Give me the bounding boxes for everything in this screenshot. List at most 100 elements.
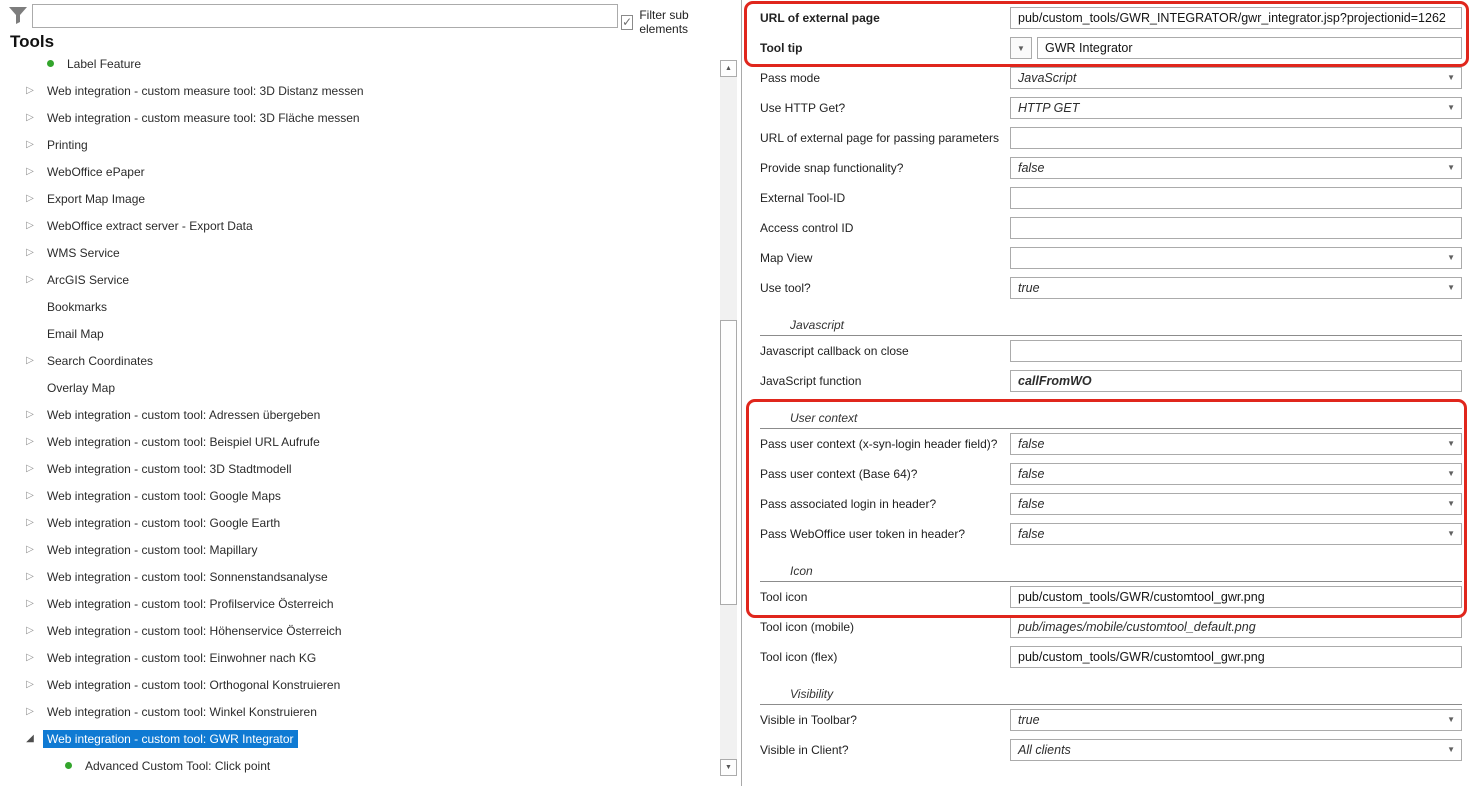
expand-arrow-icon[interactable]: ▷ (22, 517, 38, 528)
expand-arrow-icon[interactable]: ▷ (22, 409, 38, 420)
tree-item-label[interactable]: Web integration - custom tool: Adressen … (43, 406, 324, 424)
expand-arrow-icon[interactable]: ▷ (22, 85, 38, 96)
tree-item-label[interactable]: Web integration - custom tool: Google Ea… (43, 514, 284, 532)
tree-item-label[interactable]: Search Coordinates (43, 352, 157, 370)
filter-sub-elements-checkbox[interactable]: ✓ (621, 15, 633, 30)
tree-scrollbar[interactable]: ▲ ▼ (720, 60, 737, 776)
expand-arrow-icon[interactable]: ▷ (22, 544, 38, 555)
expand-arrow-icon[interactable]: ▷ (22, 463, 38, 474)
tree-item-label[interactable]: Web integration - custom tool: Sonnensta… (43, 568, 332, 586)
expand-arrow-icon[interactable]: ▷ (22, 598, 38, 609)
tree-item-label[interactable]: Advanced Custom Tool: Click point (81, 757, 274, 775)
collapse-arrow-icon[interactable]: ◢ (22, 733, 38, 744)
tree-item-label[interactable]: Export Map Image (43, 190, 149, 208)
tree-item[interactable]: ▷ Web integration - custom tool: Einwohne… (0, 644, 718, 671)
property-select[interactable]: All clients▼ (1010, 739, 1462, 761)
tree-item[interactable]: ◢ Web integration - custom tool: GWR Inte… (0, 725, 718, 752)
property-input[interactable] (1010, 340, 1462, 362)
scroll-down-button[interactable]: ▼ (720, 759, 737, 776)
tree-item-label[interactable]: WebOffice extract server - Export Data (43, 217, 257, 235)
tree-item[interactable]: ▷ Web integration - custom tool: Adressen… (0, 401, 718, 428)
tree-item-label[interactable]: Web integration - custom tool: Orthogona… (43, 676, 344, 694)
tree-item-label[interactable]: Email Map (43, 325, 108, 343)
expand-arrow-icon[interactable]: ▷ (22, 355, 38, 366)
expand-arrow-icon[interactable]: ▷ (22, 166, 38, 177)
tree-item[interactable]: Label Feature (0, 50, 718, 77)
tree-item-label[interactable]: Web integration - custom tool: 3D Stadtm… (43, 460, 296, 478)
property-input[interactable] (1010, 187, 1462, 209)
expand-arrow-icon[interactable]: ▷ (22, 220, 38, 231)
property-input[interactable]: pub/custom_tools/GWR/customtool_gwr.png (1010, 586, 1462, 608)
tree-item-label[interactable]: Overlay Map (43, 379, 119, 397)
property-select[interactable]: false▼ (1010, 523, 1462, 545)
tree-item[interactable]: Advanced Custom Tool: Click point (0, 752, 718, 779)
tree-item[interactable]: ▷ WebOffice extract server - Export Data (0, 212, 718, 239)
expand-arrow-icon[interactable]: ▷ (22, 193, 38, 204)
property-select[interactable]: true▼ (1010, 709, 1462, 731)
tree-item-label[interactable]: Web integration - custom tool: Höhenserv… (43, 622, 346, 640)
tree-item[interactable]: ▷ Web integration - custom tool: Sonnenst… (0, 563, 718, 590)
tree-item-label[interactable]: Printing (43, 136, 92, 154)
tree-item[interactable]: Overlay Map (0, 374, 718, 401)
tree-item-label[interactable]: WMS Service (43, 244, 124, 262)
property-select[interactable]: false▼ (1010, 157, 1462, 179)
tree-item-label[interactable]: Web integration - custom tool: Beispiel … (43, 433, 324, 451)
tree-item[interactable]: ▷ Web integration - custom tool: Profilse… (0, 590, 718, 617)
tree-item[interactable]: ▷ Search Coordinates (0, 347, 718, 374)
tree-item-label[interactable]: Web integration - custom tool: Einwohner… (43, 649, 320, 667)
tree-item-label[interactable]: Web integration - custom tool: Google Ma… (43, 487, 285, 505)
property-select[interactable]: false▼ (1010, 433, 1462, 455)
scrollbar-thumb[interactable] (720, 320, 737, 605)
tree-item-label[interactable]: Web integration - custom measure tool: 3… (43, 82, 368, 100)
tree-item[interactable]: ▷ Web integration - custom tool: Mapillar… (0, 536, 718, 563)
tree-item[interactable]: ▷ Web integration - custom tool: 3D Stadt… (0, 455, 718, 482)
tree-item-label[interactable]: Web integration - custom measure tool: 3… (43, 109, 364, 127)
property-select[interactable]: ▼ (1010, 247, 1462, 269)
expand-arrow-icon[interactable]: ▷ (22, 112, 38, 123)
property-select[interactable]: HTTP GET▼ (1010, 97, 1462, 119)
tree-item-label[interactable]: Web integration - custom tool: Profilser… (43, 595, 338, 613)
scroll-up-button[interactable]: ▲ (720, 60, 737, 77)
property-input[interactable] (1010, 217, 1462, 239)
tree-item-label-selected[interactable]: Web integration - custom tool: GWR Integ… (43, 730, 298, 748)
tree-item[interactable]: ▷ Web integration - custom tool: Beispiel… (0, 428, 718, 455)
property-select[interactable]: true▼ (1010, 277, 1462, 299)
tree-item[interactable]: ▷ ArcGIS Service (0, 266, 718, 293)
property-input[interactable]: pub/custom_tools/GWR/customtool_gwr.png (1010, 646, 1462, 668)
tree-item[interactable]: ▷ Web integration - custom measure tool: … (0, 77, 718, 104)
expand-arrow-icon[interactable]: ▷ (22, 571, 38, 582)
tree-item[interactable]: ▷ Web integration - custom tool: Google E… (0, 509, 718, 536)
property-select[interactable]: false▼ (1010, 463, 1462, 485)
expand-arrow-icon[interactable]: ▷ (22, 247, 38, 258)
property-select[interactable]: false▼ (1010, 493, 1462, 515)
expand-arrow-icon[interactable]: ▷ (22, 706, 38, 717)
expand-arrow-icon[interactable]: ▷ (22, 139, 38, 150)
expand-arrow-icon[interactable]: ▷ (22, 274, 38, 285)
property-input[interactable]: GWR Integrator (1037, 37, 1462, 59)
tree-item[interactable]: ▷ Export Map Image (0, 185, 718, 212)
tree-item[interactable]: ▷Web integration - custom tool: Orthogon… (0, 671, 718, 698)
tree-item-label[interactable]: Label Feature (63, 55, 145, 73)
tree-item[interactable]: Bookmarks (0, 293, 718, 320)
property-input[interactable]: pub/custom_tools/GWR_INTEGRATOR/gwr_inte… (1010, 7, 1462, 29)
tree-item-label[interactable]: WebOffice ePaper (43, 163, 149, 181)
tree-item[interactable]: ▷ Web integration - custom tool: Höhenser… (0, 617, 718, 644)
filter-input[interactable] (32, 4, 618, 28)
tree-item-label[interactable]: Bookmarks (43, 298, 111, 316)
tree-item[interactable]: ▷ Web integration - custom measure tool: … (0, 104, 718, 131)
tree-item-label[interactable]: Web integration - custom tool: Winkel Ko… (43, 703, 321, 721)
tree-item[interactable]: ▷ Web integration - custom tool: Winkel K… (0, 698, 718, 725)
expand-arrow-icon[interactable]: ▷ (22, 625, 38, 636)
tree-item[interactable]: ▷ WMS Service (0, 239, 718, 266)
tree-item[interactable]: ▷ Printing (0, 131, 718, 158)
expand-arrow-icon[interactable]: ▷ (22, 652, 38, 663)
tree-item[interactable]: Email Map (0, 320, 718, 347)
property-select[interactable]: JavaScript▼ (1010, 67, 1462, 89)
property-input[interactable] (1010, 127, 1462, 149)
expand-arrow-icon[interactable]: ▷ (22, 490, 38, 501)
tree-item-label[interactable]: ArcGIS Service (43, 271, 133, 289)
tree-item-label[interactable]: Web integration - custom tool: Mapillary (43, 541, 262, 559)
expand-arrow-icon[interactable]: ▷ (22, 436, 38, 447)
tooltip-dropdown-button[interactable]: ▼ (1010, 37, 1032, 59)
property-input[interactable]: pub/images/mobile/customtool_default.png (1010, 616, 1462, 638)
